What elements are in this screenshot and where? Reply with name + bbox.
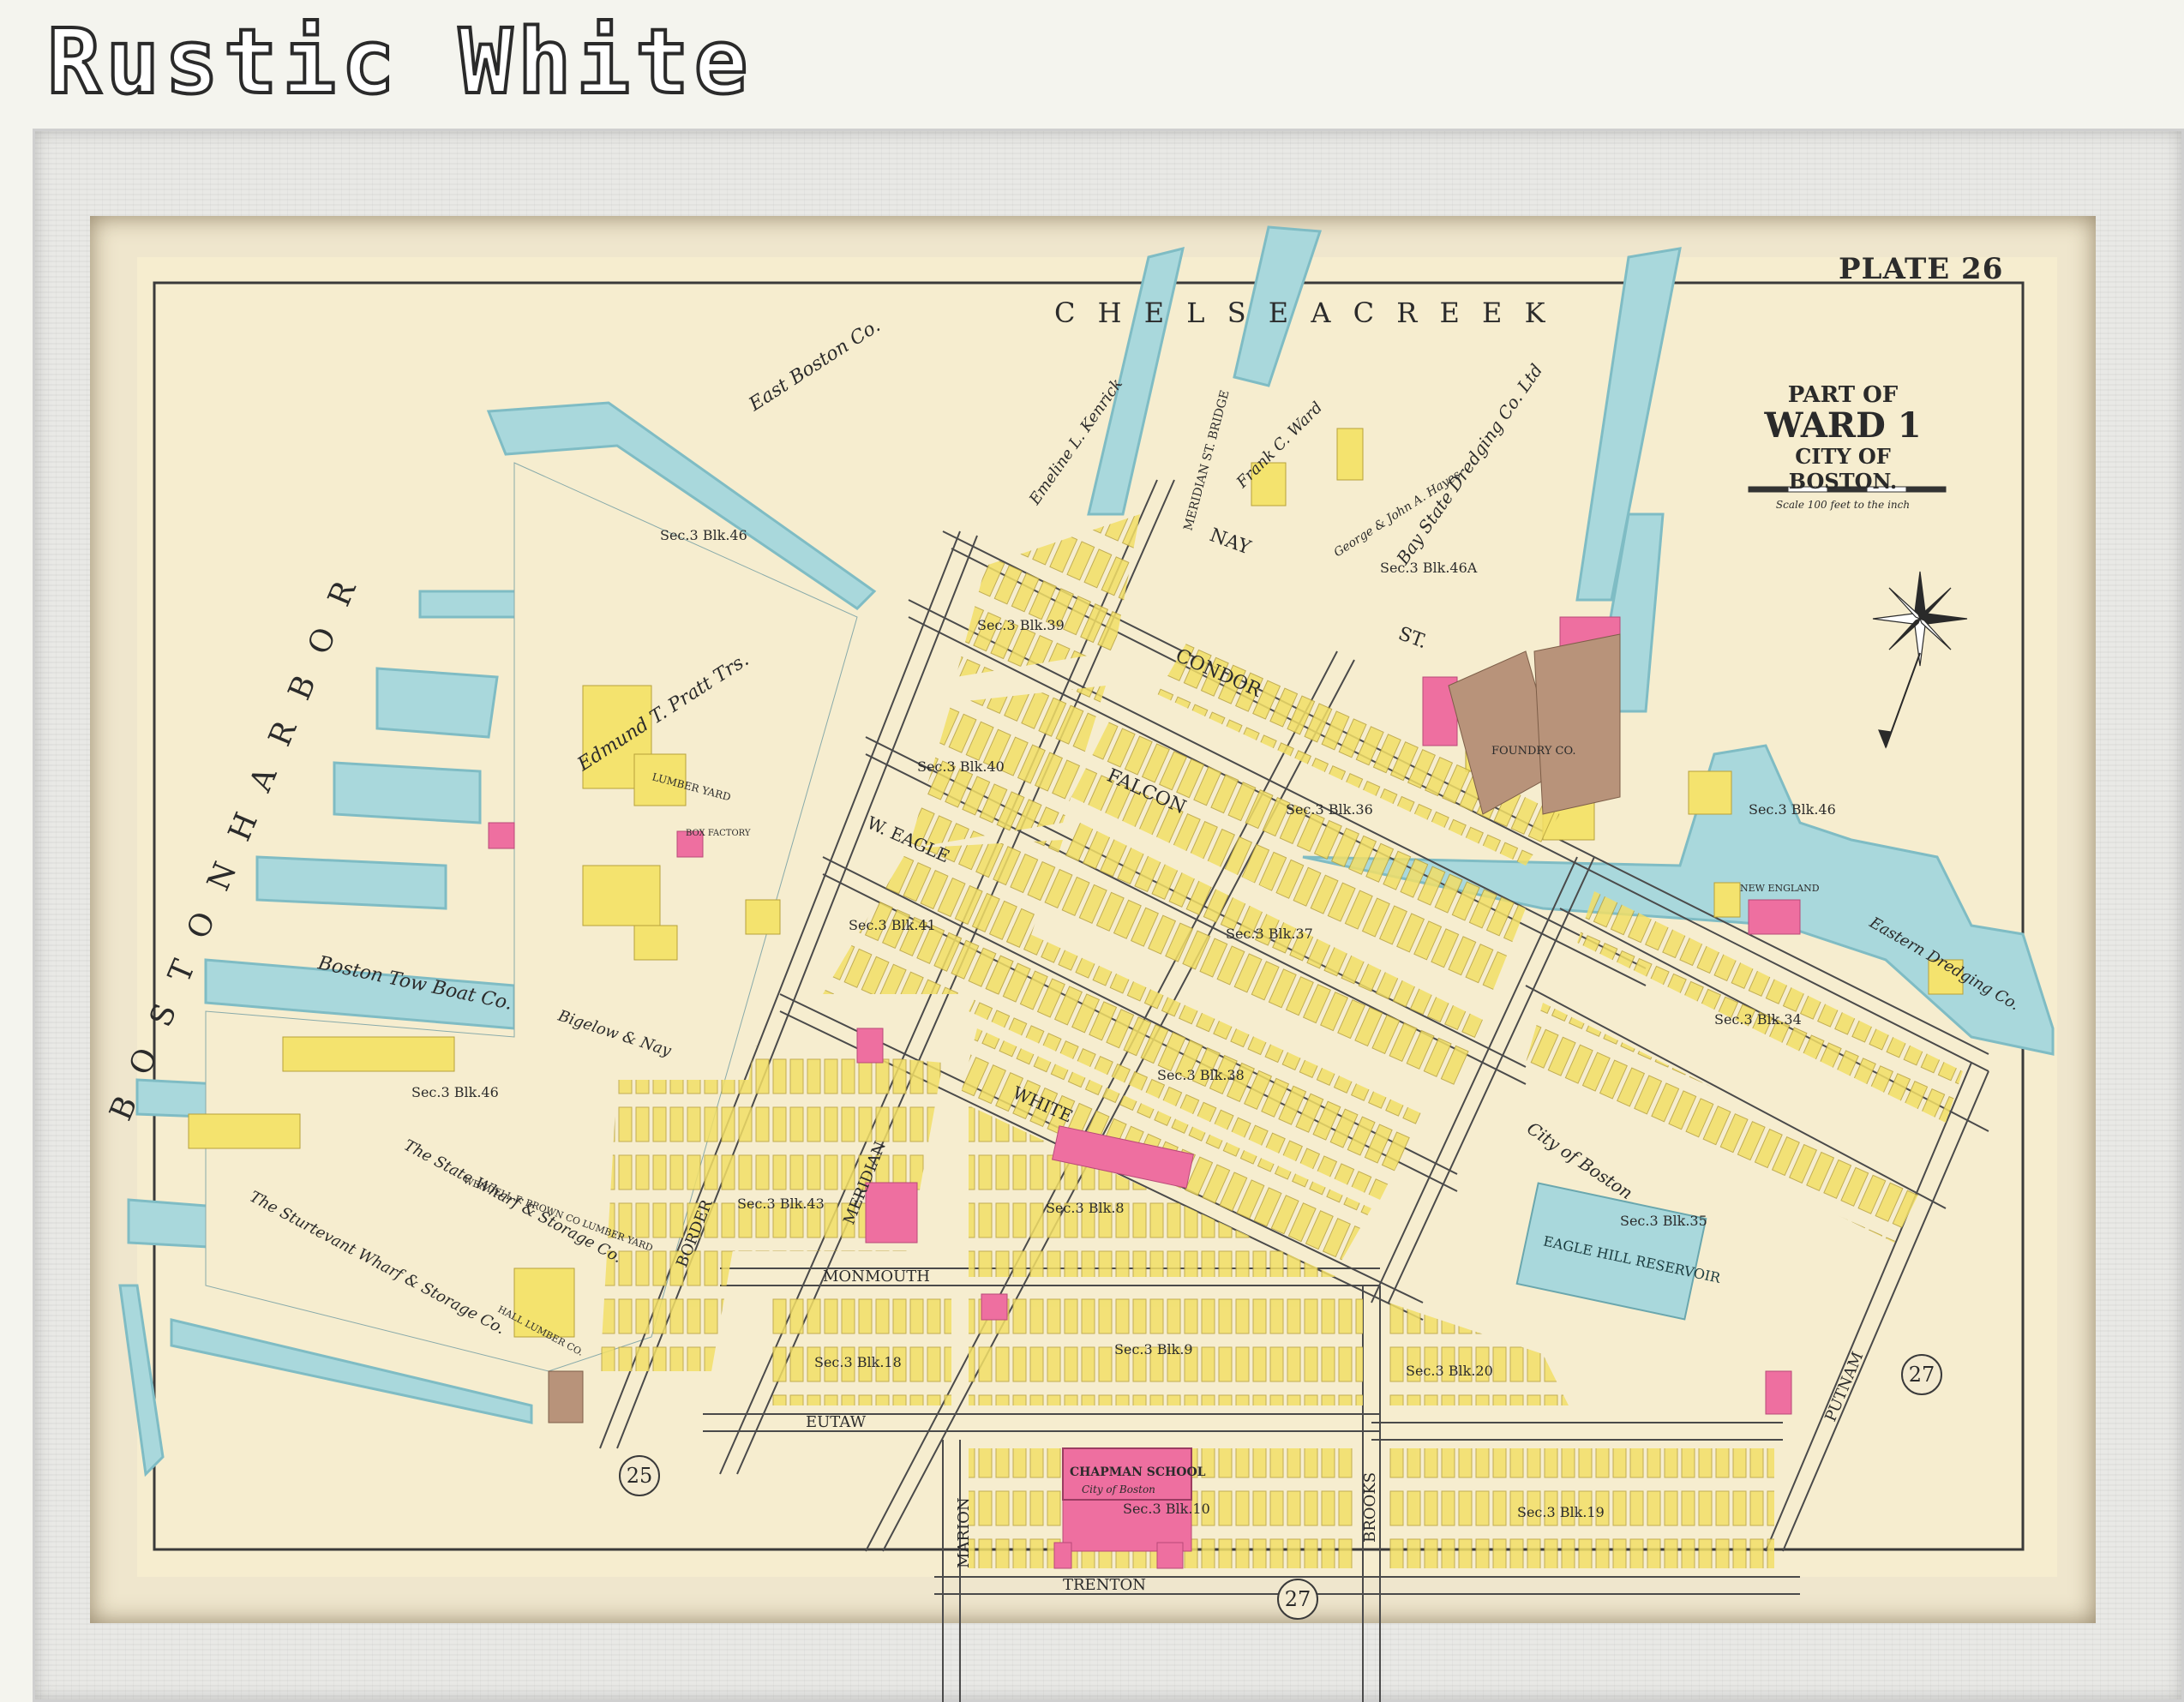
section-46-b: Sec.3 Blk.46	[411, 1084, 499, 1100]
section-18: Sec.3 Blk.18	[814, 1354, 902, 1370]
section-41: Sec.3 Blk.41	[849, 917, 936, 933]
section-37: Sec.3 Blk.37	[1226, 926, 1313, 942]
section-40: Sec.3 Blk.40	[917, 758, 1005, 775]
street-monmouth: MONMOUTH	[823, 1268, 930, 1285]
section-38: Sec.3 Blk.38	[1157, 1067, 1245, 1083]
section-46-a: Sec.3 Blk.46	[660, 527, 747, 543]
chapman-school-sub: City of Boston	[1082, 1483, 1155, 1495]
street-trenton: TRENTON	[1063, 1576, 1146, 1594]
section-35: Sec.3 Blk.35	[1620, 1213, 1707, 1229]
section-34: Sec.3 Blk.34	[1714, 1011, 1802, 1028]
section-36: Sec.3 Blk.36	[1286, 801, 1373, 818]
street-marion: MARION	[955, 1497, 973, 1568]
section-20: Sec.3 Blk.20	[1406, 1363, 1493, 1379]
title-part-of: PART OF	[1787, 382, 1899, 408]
adjacent-plate-left: 25	[619, 1455, 660, 1496]
section-46A: Sec.3 Blk.46A	[1380, 560, 1478, 576]
title-scale: Scale 100 feet to the inch	[1775, 499, 1911, 511]
harbor-pier-4	[333, 761, 482, 824]
plate-number: PLATE 26	[1839, 252, 2004, 286]
section-46-c: Sec.3 Blk.46	[1749, 801, 1836, 818]
section-39: Sec.3 Blk.39	[977, 617, 1065, 633]
section-10: Sec.3 Blk.10	[1123, 1501, 1210, 1517]
title-ward: WARD 1	[1764, 405, 1922, 446]
section-8: Sec.3 Blk.8	[1046, 1200, 1125, 1216]
title-block: PART OF WARD 1 CITY OF BOSTON. Scale 100…	[1740, 382, 1946, 511]
foundry-label: FOUNDRY CO.	[1491, 745, 1576, 758]
section-19: Sec.3 Blk.19	[1517, 1504, 1605, 1520]
harbor-pier-5	[255, 855, 447, 910]
section-43: Sec.3 Blk.43	[737, 1196, 825, 1212]
chapman-school-label: CHAPMAN SCHOOL	[1070, 1465, 1206, 1479]
harbor-pier-3	[375, 667, 499, 739]
adjacent-plate-right: 27	[1901, 1354, 1942, 1395]
adjacent-plate-bottom: 27	[1277, 1579, 1318, 1620]
street-eutaw: EUTAW	[806, 1413, 867, 1431]
title-city: CITY OF BOSTON.	[1788, 444, 1898, 494]
street-brooks: BROOKS	[1361, 1472, 1379, 1543]
box-factory-label: BOX FACTORY	[686, 829, 751, 838]
new-england-label: NEW ENGLAND	[1740, 883, 1820, 894]
section-9: Sec.3 Blk.9	[1114, 1341, 1193, 1357]
chelsea-creek-label: C H E L S E A C R E E K	[1054, 297, 1551, 329]
